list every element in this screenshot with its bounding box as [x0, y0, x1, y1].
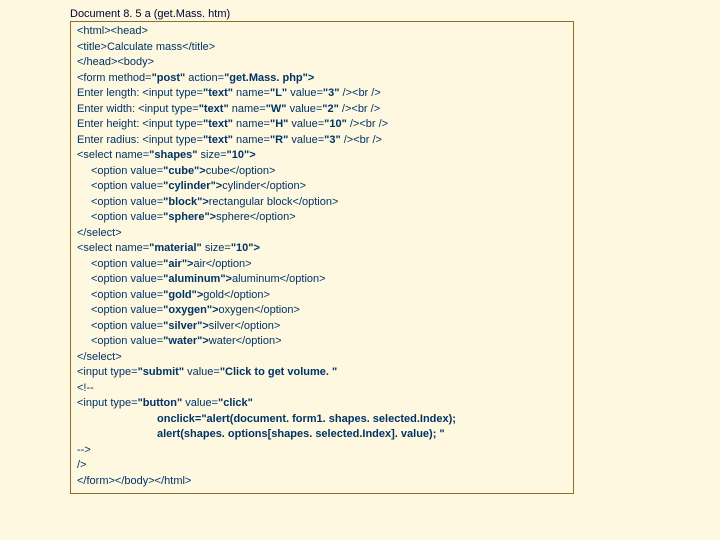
code-line: Enter width: <input type="text" name="W"… [77, 102, 567, 118]
code-line: /> [77, 458, 567, 474]
code-line: alert(shapes. options[shapes. selected.I… [77, 427, 567, 443]
code-line: <option value="air">air</option> [77, 257, 567, 273]
code-line: <option value="water">water</option> [77, 334, 567, 350]
code-line: <option value="block">rectangular block<… [77, 195, 567, 211]
code-line: </select> [77, 226, 567, 242]
code-line: Enter length: <input type="text" name="L… [77, 86, 567, 102]
code-line: <option value="cylinder">cylinder</optio… [77, 179, 567, 195]
code-line: <option value="cube">cube</option> [77, 164, 567, 180]
code-line: <option value="oxygen">oxygen</option> [77, 303, 567, 319]
code-line: Enter radius: <input type="text" name="R… [77, 133, 567, 149]
code-line: <option value="aluminum">aluminum</optio… [77, 272, 567, 288]
code-line: onclick="alert(document. form1. shapes. … [77, 412, 567, 428]
code-line: </select> [77, 350, 567, 366]
code-line: <title>Calculate mass</title> [77, 40, 567, 56]
code-line: --> [77, 443, 567, 459]
document-title: Document 8. 5 a (get.Mass. htm) [70, 8, 720, 20]
code-line: <option value="sphere">sphere</option> [77, 210, 567, 226]
code-line: <input type="submit" value="Click to get… [77, 365, 567, 381]
code-line: </head><body> [77, 55, 567, 71]
code-line: </form></body></html> [77, 474, 567, 490]
code-line: <select name="shapes" size="10"> [77, 148, 567, 164]
code-line: <!-- [77, 381, 567, 397]
code-line: <html><head> [77, 24, 567, 40]
code-line: <option value="silver">silver</option> [77, 319, 567, 335]
code-line: <option value="gold">gold</option> [77, 288, 567, 304]
code-line: <form method="post" action="get.Mass. ph… [77, 71, 567, 87]
code-line: Enter height: <input type="text" name="H… [77, 117, 567, 133]
code-listing: <html><head> <title>Calculate mass</titl… [70, 21, 574, 494]
code-line: <input type="button" value="click" [77, 396, 567, 412]
code-line: <select name="material" size="10"> [77, 241, 567, 257]
